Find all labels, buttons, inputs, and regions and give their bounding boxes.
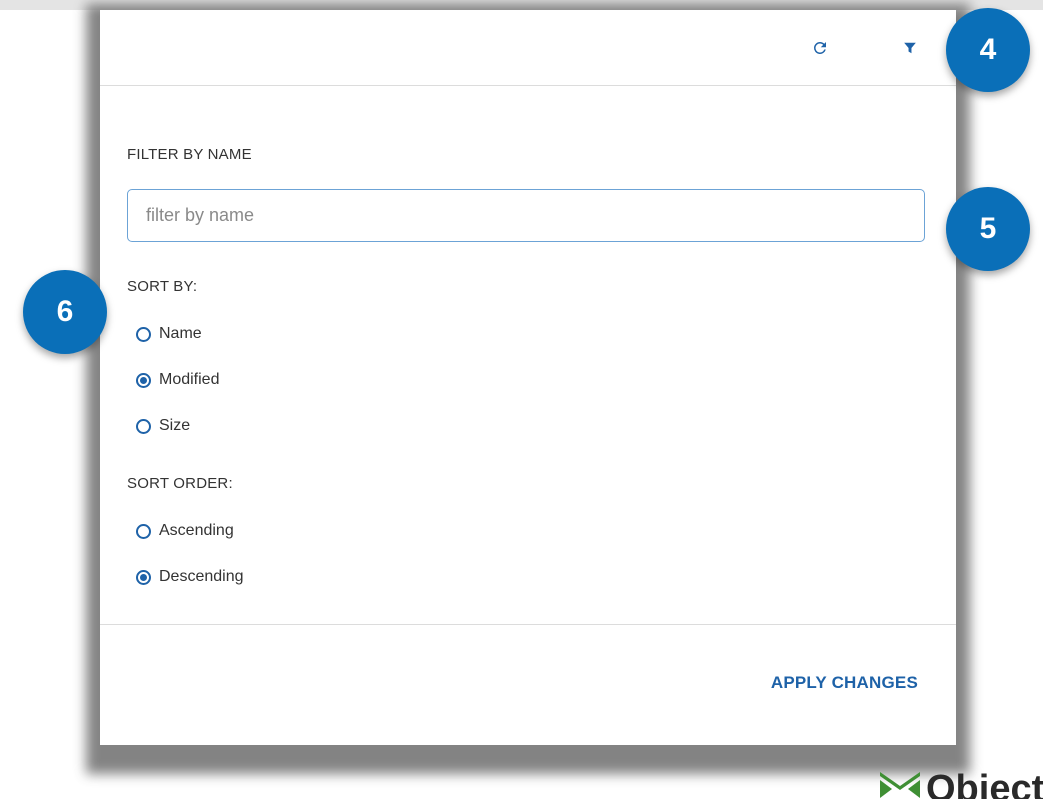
sort-by-modified-radio[interactable]: Modified <box>136 371 219 389</box>
filter-by-name-label: FILTER BY NAME <box>127 146 252 163</box>
radio-dot <box>140 573 147 581</box>
sort-by-size-radio[interactable]: Size <box>136 417 190 435</box>
radio-circle <box>136 326 151 342</box>
filter-sort-panel: FILTER BY NAME SORT BY: Name Modified Si… <box>100 10 956 745</box>
radio-circle <box>136 418 151 434</box>
apply-changes-button[interactable]: APPLY CHANGES <box>771 673 918 693</box>
radio-circle <box>136 569 151 585</box>
sort-order-ascending-radio[interactable]: Ascending <box>136 522 234 540</box>
logo-word: Objective <box>926 768 1043 799</box>
refresh-icon <box>813 42 826 54</box>
screenshot-stage: FILTER BY NAME SORT BY: Name Modified Si… <box>0 0 1043 799</box>
sort-by-label: SORT BY: <box>127 278 198 295</box>
radio-circle <box>136 523 151 539</box>
callout-badge-6: 6 <box>23 270 107 354</box>
radio-label: Name <box>159 325 202 342</box>
filter-icon <box>904 42 916 54</box>
sort-by-name-radio[interactable]: Name <box>136 325 202 343</box>
objective-logo: Objective C <box>880 770 1043 799</box>
radio-dot <box>140 376 147 384</box>
panel-toolbar <box>100 10 956 86</box>
footer-divider <box>100 624 956 625</box>
radio-label: Ascending <box>159 522 234 539</box>
sort-order-label: SORT ORDER: <box>127 475 233 492</box>
radio-label: Descending <box>159 568 244 585</box>
sort-order-descending-radio[interactable]: Descending <box>136 568 244 586</box>
radio-circle <box>136 372 151 388</box>
callout-badge-4: 4 <box>946 8 1030 92</box>
radio-label: Modified <box>159 371 220 388</box>
filter-button[interactable] <box>896 34 924 62</box>
radio-label: Size <box>159 417 191 434</box>
filter-by-name-input[interactable] <box>127 189 925 242</box>
envelope-logo-icon <box>880 772 920 798</box>
refresh-button[interactable] <box>806 34 834 62</box>
callout-badge-5: 5 <box>946 187 1030 271</box>
